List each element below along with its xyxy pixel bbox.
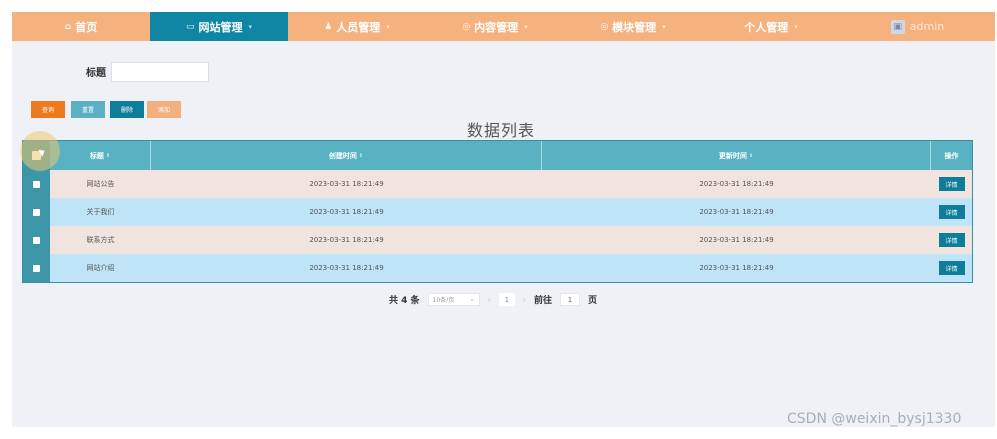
nav-item-label: 网站管理 — [198, 20, 243, 34]
delete-button[interactable]: 删除 — [110, 101, 144, 118]
nav-item-label: 个人管理 — [744, 20, 789, 34]
nav-item-content-management[interactable]: ◎ 内容管理 ▾ — [426, 12, 564, 41]
prev-page-button[interactable]: ‹ — [488, 295, 491, 304]
search-label: 标题 — [86, 68, 106, 79]
page-size-select[interactable]: 10条/页 ⌄ — [427, 293, 480, 306]
column-header-operation: 操作 — [931, 141, 972, 170]
detail-button[interactable]: 详情 — [938, 177, 965, 191]
detail-button[interactable]: 详情 — [938, 205, 965, 219]
cell-created: 2023-03-31 18:21:49 — [309, 236, 384, 244]
cell-updated: 2023-03-31 18:21:49 — [699, 236, 774, 244]
list-title: 数据列表 — [467, 121, 536, 140]
chevron-down-icon: ▾ — [386, 22, 390, 31]
cell-operation: 详情 — [931, 198, 972, 226]
row-checkbox[interactable] — [33, 236, 40, 244]
column-header-label: 创建时间 — [328, 151, 357, 160]
home-icon: ⌂ — [64, 21, 72, 32]
nav-item-personnel-management[interactable]: ♟ 人员管理 ▾ — [288, 12, 426, 41]
nav-item-website-management[interactable]: ▭ 网站管理 ▾ — [150, 12, 288, 41]
row-checkbox[interactable] — [33, 208, 40, 216]
cell-updated: 2023-03-31 18:21:49 — [699, 180, 774, 188]
sort-icon: ⇕ — [105, 152, 111, 159]
chevron-down-icon: ▾ — [794, 22, 798, 31]
page-number-current[interactable]: 1 — [498, 293, 515, 306]
pagination: 共 4 条 10条/页 ⌄ ‹ 1 › 前往 1 页 — [389, 293, 597, 306]
goto-page-input[interactable]: 1 — [559, 293, 580, 306]
data-table: 标题 ⇕ 创建时间 ⇕ 更新时间 ⇕ 操作 网站公告 2023-03-31 18:21… — [22, 140, 973, 283]
table-row: 关于我们 2023-03-31 18:21:49 2023-03-31 18:2… — [23, 198, 972, 226]
row-checkbox[interactable] — [33, 264, 40, 272]
column-header-title[interactable]: 标题 ⇕ — [50, 141, 151, 170]
nav-item-label: 模块管理 — [612, 20, 657, 34]
cell-operation: 详情 — [931, 170, 972, 198]
detail-button[interactable]: 详情 — [938, 261, 965, 275]
row-select-cell — [23, 226, 50, 254]
row-select-cell — [23, 170, 50, 198]
nav-item-label: 人员管理 — [336, 20, 381, 34]
goto-label: 前往 — [533, 296, 552, 306]
avatar: ▣ — [890, 19, 905, 34]
chevron-down-icon: ⌄ — [469, 296, 475, 303]
user-icon: ♟ — [324, 21, 333, 32]
sort-icon: ⇕ — [358, 152, 364, 159]
nav-item-module-management[interactable]: ◎ 模块管理 ▾ — [564, 12, 702, 41]
table-row: 网站公告 2023-03-31 18:21:49 2023-03-31 18:2… — [23, 170, 972, 198]
column-header-label: 更新时间 — [718, 151, 747, 160]
table-row: 网站介绍 2023-03-31 18:21:49 2023-03-31 18:2… — [23, 254, 972, 282]
column-header-created[interactable]: 创建时间 ⇕ — [151, 141, 542, 170]
next-page-button[interactable]: › — [523, 295, 526, 304]
cell-operation: 详情 — [931, 226, 972, 254]
cell-title: 联系方式 — [86, 236, 115, 244]
user-name: admin — [909, 20, 945, 33]
pagination-total: 共 4 条 — [389, 296, 420, 306]
detail-button[interactable]: 详情 — [938, 233, 965, 247]
page-unit-label: 页 — [587, 296, 597, 306]
chevron-down-icon: ▾ — [524, 22, 528, 31]
watermark: CSDN @weixin_bysj1330 — [787, 411, 962, 427]
column-header-label: 标题 — [89, 151, 104, 160]
content-icon: ◎ — [462, 21, 471, 32]
module-icon: ◎ — [600, 21, 609, 32]
table-row: 联系方式 2023-03-31 18:21:49 2023-03-31 18:2… — [23, 226, 972, 254]
cell-created: 2023-03-31 18:21:49 — [309, 208, 384, 216]
search-input[interactable] — [111, 62, 209, 82]
column-header-label: 操作 — [944, 151, 959, 160]
cell-updated: 2023-03-31 18:21:49 — [699, 208, 774, 216]
reset-button[interactable]: 重置 — [71, 101, 105, 118]
nav-item-label: 首页 — [75, 20, 98, 34]
row-select-cell — [23, 254, 50, 282]
monitor-icon: ▭ — [185, 21, 195, 32]
nav-item-label: 内容管理 — [474, 20, 519, 34]
nav-item-home[interactable]: ⌂ 首页 — [12, 12, 150, 41]
cell-created: 2023-03-31 18:21:49 — [309, 264, 384, 272]
top-navigation: ⌂ 首页 ▭ 网站管理 ▾ ♟ 人员管理 ▾ ◎ 内容管理 ▾ ◎ 模块管理 ▾… — [12, 12, 995, 41]
cell-title: 网站介绍 — [86, 264, 115, 272]
query-button[interactable]: 查询 — [31, 101, 65, 118]
row-checkbox[interactable] — [33, 180, 40, 188]
page-size-value: 10条/页 — [432, 297, 455, 304]
cell-updated: 2023-03-31 18:21:49 — [699, 264, 774, 272]
cell-title: 网站公告 — [86, 180, 115, 188]
column-header-updated[interactable]: 更新时间 ⇕ — [542, 141, 931, 170]
cell-title: 关于我们 — [86, 208, 115, 216]
add-button[interactable]: 添加 — [147, 101, 181, 118]
user-menu[interactable]: ▣ admin — [840, 12, 995, 41]
cell-created: 2023-03-31 18:21:49 — [309, 180, 384, 188]
chevron-down-icon: ▾ — [248, 22, 253, 31]
table-header-row: 标题 ⇕ 创建时间 ⇕ 更新时间 ⇕ 操作 — [23, 141, 972, 170]
cell-operation: 详情 — [931, 254, 972, 282]
nav-item-personal-management[interactable]: 个人管理 ▾ — [702, 12, 840, 41]
sort-icon: ⇕ — [748, 152, 754, 159]
row-select-cell — [23, 198, 50, 226]
chevron-down-icon: ▾ — [662, 22, 666, 31]
